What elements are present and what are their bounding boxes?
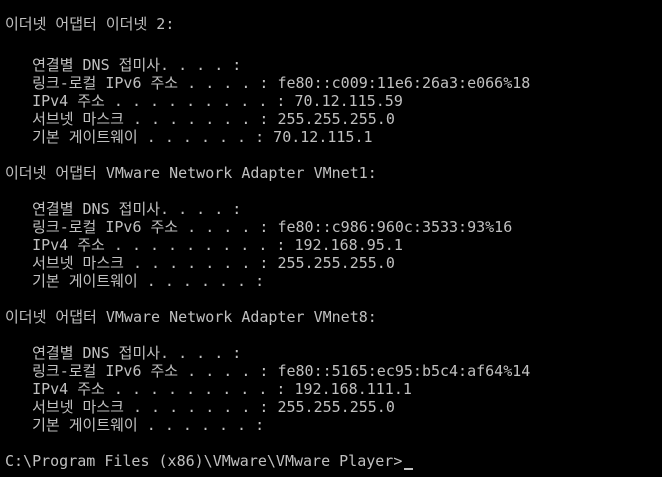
ipv4-line: IPv4 주소 . . . . . . . . . : 192.168.95.1 (5, 236, 403, 254)
subnet-mask-line: 서브넷 마스크 . . . . . . . : 255.255.255.0 (5, 254, 395, 272)
gateway-line: 기본 게이트웨이 . . . . . . : (5, 416, 265, 434)
text-cursor (404, 468, 414, 470)
ipv4-line: IPv4 주소 . . . . . . . . . : 192.168.111.… (5, 380, 412, 398)
prompt-text: C:\Program Files (x86)\VMware\VMware Pla… (5, 452, 403, 470)
subnet-mask-line: 서브넷 마스크 . . . . . . . : 255.255.255.0 (5, 110, 395, 128)
command-prompt[interactable]: C:\Program Files (x86)\VMware\VMware Pla… (5, 452, 414, 470)
adapter-header-vmnet8: 이더넷 어댑터 VMware Network Adapter VMnet8: (5, 308, 377, 326)
ipv4-line: IPv4 주소 . . . . . . . . . : 70.12.115.59 (5, 92, 403, 110)
ipv6-line: 링크-로컬 IPv6 주소 . . . . : fe80::c986:960c:… (5, 218, 513, 236)
gateway-line: 기본 게이트웨이 . . . . . . : (5, 272, 265, 290)
adapter-header-ethernet2: 이더넷 어댑터 이더넷 2: (5, 15, 175, 33)
ipv6-line: 링크-로컬 IPv6 주소 . . . . : fe80::5165:ec95:… (5, 362, 531, 380)
dns-suffix-line: 연결별 DNS 접미사. . . . : (5, 200, 242, 218)
adapter-header-vmnet1: 이더넷 어댑터 VMware Network Adapter VMnet1: (5, 164, 377, 182)
gateway-line: 기본 게이트웨이 . . . . . . : 70.12.115.1 (5, 128, 373, 146)
console-window[interactable]: 이더넷 어댑터 이더넷 2: 연결별 DNS 접미사. . . . : 링크-로… (0, 0, 662, 477)
subnet-mask-line: 서브넷 마스크 . . . . . . . : 255.255.255.0 (5, 398, 395, 416)
ipv6-line: 링크-로컬 IPv6 주소 . . . . : fe80::c009:11e6:… (5, 74, 531, 92)
dns-suffix-line: 연결별 DNS 접미사. . . . : (5, 56, 242, 74)
dns-suffix-line: 연결별 DNS 접미사. . . . : (5, 344, 242, 362)
